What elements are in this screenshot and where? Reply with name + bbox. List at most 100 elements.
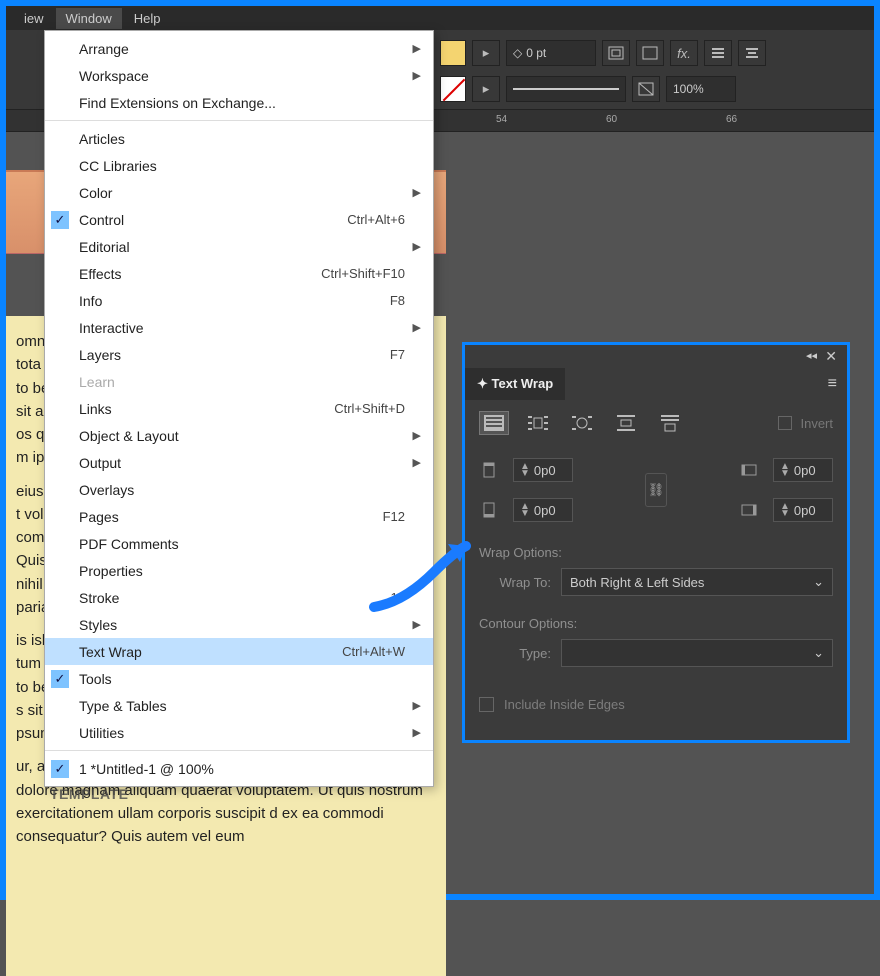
menu-item-find-extensions-on-exchange-[interactable]: Find Extensions on Exchange... <box>45 89 433 116</box>
menu-item-label: Effects <box>79 266 122 282</box>
panel-tab-textwrap[interactable]: ✦ Text Wrap <box>465 368 565 400</box>
stroke-weight-field[interactable]: ◇0 pt <box>506 40 596 66</box>
wrap-none-icon[interactable] <box>479 411 509 435</box>
menu-item-label: Color <box>79 185 112 201</box>
menu-item-pdf-comments[interactable]: PDF Comments <box>45 530 433 557</box>
include-inside-edges-checkbox[interactable]: Include Inside Edges <box>465 677 847 740</box>
submenu-arrow-icon: ▶ <box>413 618 421 631</box>
menu-item-label: Tools <box>79 671 112 687</box>
stroke-swatch-arrow[interactable]: ▸ <box>472 76 500 102</box>
type-dropdown[interactable]: ⌄ <box>561 639 833 667</box>
stroke-style-field[interactable] <box>506 76 626 102</box>
menu-item-type-tables[interactable]: Type & Tables▶ <box>45 692 433 719</box>
text-align-icon[interactable] <box>738 40 766 66</box>
menu-item-text-wrap[interactable]: Text WrapCtrl+Alt+W <box>45 638 433 665</box>
menu-item-color[interactable]: Color▶ <box>45 179 433 206</box>
menu-shortcut: F12 <box>383 509 405 524</box>
menu-view[interactable]: iew <box>14 8 54 29</box>
menu-item-label: Arrange <box>79 41 129 57</box>
menu-item-label: Overlays <box>79 482 134 498</box>
wrap-jump-column-icon[interactable] <box>655 411 685 435</box>
menu-item-editorial[interactable]: Editorial▶ <box>45 233 433 260</box>
menu-item-object-layout[interactable]: Object & Layout▶ <box>45 422 433 449</box>
menu-item-info[interactable]: InfoF8 <box>45 287 433 314</box>
link-offsets-icon[interactable]: ⛓ <box>645 473 667 507</box>
panel-menu-icon[interactable]: ≡ <box>828 375 837 393</box>
fill-swatch[interactable] <box>440 40 466 66</box>
watermark: TEMPLATE <box>50 784 128 806</box>
menu-item-overlays[interactable]: Overlays <box>45 476 433 503</box>
offset-right-field[interactable]: ▲▼0p0 <box>773 498 833 522</box>
menu-help[interactable]: Help <box>124 8 171 29</box>
align-panel-icon[interactable] <box>704 40 732 66</box>
menu-item-workspace[interactable]: Workspace▶ <box>45 62 433 89</box>
menu-shortcut: Ctrl+Shift+F10 <box>321 266 405 281</box>
menu-item-utilities[interactable]: Utilities▶ <box>45 719 433 746</box>
menu-item-effects[interactable]: Effects Ctrl+Shift+F10 <box>45 260 433 287</box>
stroke-none-swatch[interactable] <box>440 76 466 102</box>
menu-item-arrange[interactable]: Arrange▶ <box>45 35 433 62</box>
submenu-arrow-icon: ▶ <box>413 321 421 334</box>
check-icon: ✓ <box>51 670 69 688</box>
offset-bottom-field[interactable]: ▲▼0p0 <box>513 498 573 522</box>
opacity-field[interactable]: 100% <box>666 76 736 102</box>
menu-item-label: Find Extensions on Exchange... <box>79 95 276 111</box>
menu-item-properties[interactable]: Properties <box>45 557 433 584</box>
menu-item-label: Type & Tables <box>79 698 167 714</box>
menu-item-label: Interactive <box>79 320 144 336</box>
menu-item-tools[interactable]: ✓ Tools <box>45 665 433 692</box>
menu-item-label: Info <box>79 293 102 309</box>
menu-item-interactive[interactable]: Interactive ▶ <box>45 314 433 341</box>
menubar: iew Window Help <box>6 6 874 30</box>
menu-item-label: Output <box>79 455 121 471</box>
menu-item-articles[interactable]: Articles <box>45 125 433 152</box>
contour-options-label: Contour Options: <box>465 606 847 635</box>
offset-left-field[interactable]: ▲▼0p0 <box>773 458 833 482</box>
menu-item-label: 1 *Untitled-1 @ 100% <box>79 761 214 777</box>
menu-item-layers[interactable]: LayersF7 <box>45 341 433 368</box>
menu-item-label: Articles <box>79 131 125 147</box>
wrap-object-shape-icon[interactable] <box>567 411 597 435</box>
menu-shortcut: 10 <box>391 590 405 605</box>
menu-item-label: Control <box>79 212 124 228</box>
panel-collapse-icon[interactable]: ◂◂ <box>806 349 817 362</box>
panel-titlebar: ◂◂ ✕ <box>465 345 847 367</box>
opacity-icon[interactable] <box>632 76 660 102</box>
menu-item-pages[interactable]: Pages F12 <box>45 503 433 530</box>
frame-icon[interactable] <box>636 40 664 66</box>
menu-shortcut: Ctrl+Alt+W <box>342 644 405 659</box>
fill-swatch-arrow[interactable]: ▸ <box>472 40 500 66</box>
offset-right-icon <box>739 500 759 520</box>
menu-item-cc-libraries[interactable]: CC Libraries <box>45 152 433 179</box>
check-icon: ✓ <box>51 760 69 778</box>
invert-checkbox[interactable]: Invert <box>778 416 833 431</box>
window-menu-dropdown[interactable]: Arrange▶Workspace▶Find Extensions on Exc… <box>44 30 434 787</box>
wrap-jump-object-icon[interactable] <box>611 411 641 435</box>
frame-fit-icon[interactable] <box>602 40 630 66</box>
menu-item-stroke[interactable]: Stroke10 <box>45 584 433 611</box>
menu-item-label: Editorial <box>79 239 130 255</box>
wrap-to-dropdown[interactable]: Both Right & Left Sides⌄ <box>561 568 833 596</box>
fx-button[interactable]: fx. <box>670 40 698 66</box>
submenu-arrow-icon: ▶ <box>413 456 421 469</box>
menu-item-control[interactable]: ✓ControlCtrl+Alt+6 <box>45 206 433 233</box>
menu-item-label: Utilities <box>79 725 124 741</box>
text-wrap-panel[interactable]: ◂◂ ✕ ✦ Text Wrap ≡ Invert ▲▼0p0 ▲▼0p0 ▲▼… <box>462 342 850 743</box>
menu-item-label: Learn <box>79 374 115 390</box>
wrap-bounding-box-icon[interactable] <box>523 411 553 435</box>
menu-item-1-untitled-1-100-[interactable]: ✓ 1 *Untitled-1 @ 100% <box>45 755 433 782</box>
offset-left-icon <box>739 460 759 480</box>
menu-item-learn: Learn <box>45 368 433 395</box>
menu-item-output[interactable]: Output ▶ <box>45 449 433 476</box>
menu-item-links[interactable]: LinksCtrl+Shift+D <box>45 395 433 422</box>
panel-close-icon[interactable]: ✕ <box>825 348 837 365</box>
menu-item-label: Workspace <box>79 68 149 84</box>
offset-top-field[interactable]: ▲▼0p0 <box>513 458 573 482</box>
type-label: Type: <box>479 646 551 661</box>
menu-item-label: Styles <box>79 617 117 633</box>
menu-window[interactable]: Window <box>56 8 122 29</box>
menu-item-label: Layers <box>79 347 121 363</box>
menu-item-label: Pages <box>79 509 119 525</box>
menu-item-styles[interactable]: Styles ▶ <box>45 611 433 638</box>
offset-bottom-icon <box>479 500 499 520</box>
